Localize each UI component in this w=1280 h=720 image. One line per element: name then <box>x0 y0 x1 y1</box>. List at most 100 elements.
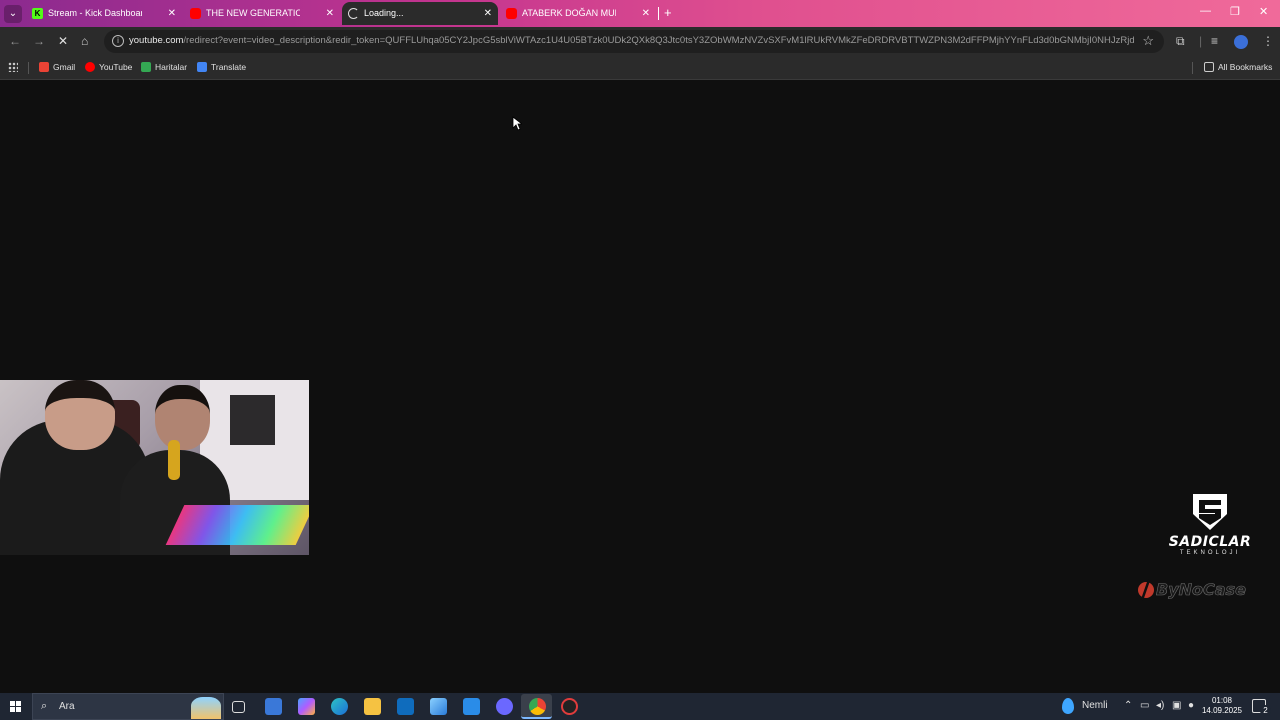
tab-ataberk-dogan[interactable]: ATABERK DOĞAN MUHACIR VS ✕ <box>500 2 656 25</box>
bynocase-wordmark: ByNoCase <box>1156 580 1247 600</box>
forward-arrow-icon[interactable]: → <box>33 34 45 48</box>
bookmarks-divider <box>1192 62 1193 74</box>
apps-grid-icon[interactable] <box>8 62 18 72</box>
bynocase-mark-icon <box>1138 579 1154 601</box>
bynocase-logo: ByNoCase <box>1136 578 1266 604</box>
discord-icon[interactable] <box>496 698 513 715</box>
kick-icon: K <box>32 8 43 19</box>
brand-title: SADICLAR <box>1168 534 1252 550</box>
close-icon[interactable]: ✕ <box>168 2 176 25</box>
mouse-cursor-icon <box>512 116 522 131</box>
browser-tab-strip: ⌄ K Stream - Kick Dashboard ✕ THE NEW GE… <box>0 0 1280 27</box>
battery-icon[interactable]: ▭ <box>1140 700 1149 711</box>
outlook-icon[interactable] <box>397 698 414 715</box>
task-view-icon[interactable] <box>232 701 245 713</box>
maps-icon <box>141 62 151 72</box>
tab-title: Stream - Kick Dashboard <box>48 8 142 18</box>
bookmark-youtube[interactable]: YouTube <box>85 61 132 73</box>
all-bookmarks-label: All Bookmarks <box>1218 62 1273 72</box>
stop-loading-icon[interactable]: ✕ <box>58 34 68 48</box>
close-window-icon[interactable]: ✕ <box>1259 5 1268 18</box>
webcam-overlay <box>0 380 309 555</box>
maximize-icon[interactable]: ❐ <box>1230 5 1240 18</box>
media-controls-icon[interactable]: ≡ <box>1211 34 1218 48</box>
bookmark-label: YouTube <box>99 62 133 72</box>
profile-avatar[interactable] <box>1234 35 1248 49</box>
copilot-icon[interactable] <box>298 698 315 715</box>
close-icon[interactable]: ✕ <box>326 2 334 25</box>
bookmark-label: Gmail <box>53 62 76 72</box>
tab-title: Loading... <box>364 8 404 18</box>
obs-studio-icon[interactable] <box>561 698 578 715</box>
chrome-icon[interactable] <box>529 698 546 715</box>
tab-new-generation-cypher[interactable]: THE NEW GENERATION CYPHER ✕ <box>184 2 340 25</box>
microphone <box>168 440 180 480</box>
windows-taskbar: ⌕ Ara Nemli ⌃ ▭ ◂) ▣ ● 01:08 14.09.2025 … <box>0 693 1280 720</box>
windows-start-icon[interactable] <box>10 701 21 712</box>
youtube-icon <box>85 62 95 72</box>
folder-icon <box>1204 62 1214 72</box>
microsoft-store-icon[interactable] <box>265 698 282 715</box>
edge-browser-icon[interactable] <box>331 698 348 715</box>
address-bar[interactable]: i youtube.com/redirect?event=video_descr… <box>104 30 1164 53</box>
translate-icon <box>197 62 207 72</box>
bookmarks-divider <box>28 62 29 74</box>
extensions-puzzle-icon[interactable]: ⧉ <box>1176 34 1185 49</box>
tab-search-chevron-icon[interactable]: ⌄ <box>4 5 22 23</box>
taskbar-search-box[interactable]: ⌕ Ara <box>32 693 224 720</box>
tab-divider <box>658 7 659 20</box>
bookmark-star-icon[interactable]: ☆ <box>1142 33 1154 49</box>
menu-kebab-icon[interactable]: ⋮ <box>1262 34 1274 48</box>
loading-spinner-icon <box>348 8 359 19</box>
home-icon[interactable]: ⌂ <box>81 34 88 48</box>
tab-title: THE NEW GENERATION CYPHER <box>206 8 300 18</box>
app-launcher-icon[interactable] <box>430 698 447 715</box>
url-path: /redirect?event=video_description&redir_… <box>183 35 1134 46</box>
system-clock[interactable]: 01:08 14.09.2025 <box>1200 696 1244 716</box>
youtube-icon <box>190 8 201 19</box>
site-info-icon[interactable]: i <box>112 35 124 47</box>
file-explorer-icon[interactable] <box>364 698 381 715</box>
youtube-icon <box>506 8 517 19</box>
address-url[interactable]: youtube.com/redirect?event=video_descrip… <box>129 35 1134 46</box>
clock-date: 14.09.2025 <box>1201 706 1243 715</box>
tab-title: ATABERK DOĞAN MUHACIR VS <box>522 8 616 18</box>
tab-kick-dashboard[interactable]: K Stream - Kick Dashboard ✕ <box>26 2 182 25</box>
back-arrow-icon[interactable]: ← <box>9 34 21 48</box>
bookmark-label: Translate <box>211 62 247 72</box>
bookmark-label: Haritalar <box>155 62 188 72</box>
tab-loading[interactable]: Loading... ✕ <box>342 2 498 25</box>
weather-droplet-icon[interactable] <box>1062 698 1074 714</box>
microphone-icon[interactable]: ● <box>1188 700 1194 711</box>
gmail-icon <box>39 62 49 72</box>
toolbar-divider: | <box>1199 34 1203 48</box>
new-tab-button[interactable]: + <box>664 6 672 20</box>
volume-icon[interactable]: ◂) <box>1156 700 1164 711</box>
sadiclar-logo: SADICLAR TEKNOLOJI <box>1160 492 1260 556</box>
notification-count-badge: 2 <box>1260 705 1271 716</box>
search-icon: ⌕ <box>41 700 48 712</box>
shield-logo-icon <box>1193 494 1227 530</box>
clock-time: 01:08 <box>1211 696 1233 705</box>
person-right-head <box>155 385 210 450</box>
minimize-icon[interactable]: — <box>1200 5 1211 17</box>
bookmark-translate[interactable]: Translate <box>197 61 246 73</box>
bookmark-gmail[interactable]: Gmail <box>39 61 75 73</box>
network-icon[interactable]: ▣ <box>1172 700 1181 711</box>
url-host: youtube.com <box>129 35 184 46</box>
rgb-keyboard <box>165 505 309 545</box>
search-highlight-illustration <box>191 697 221 719</box>
close-icon[interactable]: ✕ <box>484 2 492 25</box>
browser-toolbar: ← → ✕ ⌂ i youtube.com/redirect?event=vid… <box>0 27 1280 56</box>
vscode-icon[interactable] <box>463 698 480 715</box>
bookmarks-bar: Gmail YouTube Haritalar Translate All Bo… <box>0 56 1280 80</box>
weather-label[interactable]: Nemli <box>1082 700 1108 711</box>
search-placeholder: Ara <box>59 701 75 712</box>
webcam-window <box>230 395 275 445</box>
bookmark-haritalar[interactable]: Haritalar <box>141 61 187 73</box>
all-bookmarks-button[interactable]: All Bookmarks <box>1204 61 1272 73</box>
close-icon[interactable]: ✕ <box>642 2 650 25</box>
tray-overflow-chevron-icon[interactable]: ⌃ <box>1124 700 1132 711</box>
brand-subtitle: TEKNOLOJI <box>1179 550 1241 556</box>
person-left-head <box>45 380 115 450</box>
